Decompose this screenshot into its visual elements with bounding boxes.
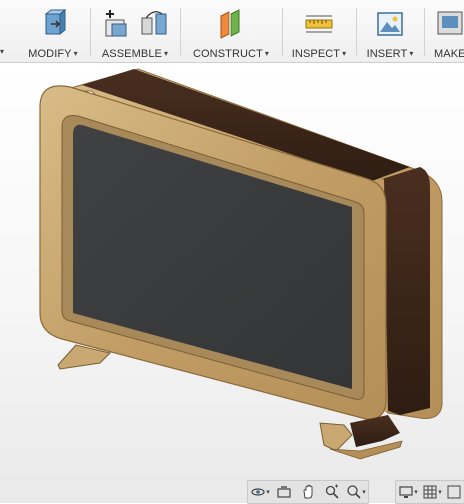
- insert-label[interactable]: INSERT ▾: [361, 48, 419, 60]
- orbit-button[interactable]: ▾: [248, 480, 272, 503]
- assemble-label[interactable]: ASSEMBLE ▾: [95, 48, 175, 60]
- display-settings-button[interactable]: ▾: [396, 481, 420, 504]
- separator: [356, 8, 357, 56]
- display-tools-group: ▾ ▾: [395, 480, 464, 504]
- modify-label[interactable]: MODIFY ▾: [22, 48, 84, 60]
- separator: [90, 8, 91, 56]
- viewports-button[interactable]: [444, 481, 464, 504]
- pan-icon: [303, 484, 313, 498]
- separator: [282, 8, 283, 56]
- insert-image-icon[interactable]: [374, 8, 406, 40]
- toolbar: ▾ MODIFY ▾ ASSEMBLE ▾ CONSTRUCT ▾ INSPEC…: [0, 0, 464, 63]
- measure-icon[interactable]: [303, 8, 335, 40]
- assemble-group[interactable]: ASSEMBLE ▾: [95, 0, 175, 62]
- make-group[interactable]: MAKE: [428, 0, 464, 62]
- model-view: [39, 68, 443, 460]
- fit-button[interactable]: ▾: [344, 480, 368, 503]
- new-component-icon[interactable]: [100, 8, 132, 40]
- canvas-viewport[interactable]: [0, 63, 464, 503]
- look-at-icon: [277, 485, 291, 498]
- navigation-bar: ▾ ▾: [247, 479, 369, 504]
- joint-icon[interactable]: [138, 8, 170, 40]
- offset-plane-icon[interactable]: [215, 8, 247, 40]
- look-at-button[interactable]: [272, 480, 296, 503]
- zoom-icon: [325, 484, 339, 499]
- inspect-group[interactable]: INSPECT ▾: [287, 0, 351, 62]
- viewports-icon: [447, 485, 461, 499]
- orbit-icon: [251, 487, 265, 496]
- insert-group[interactable]: INSERT ▾: [361, 0, 419, 62]
- previous-group-caret[interactable]: ▾: [0, 47, 4, 56]
- grid-icon: [423, 485, 437, 499]
- stand-right: [319, 422, 353, 452]
- inspect-label[interactable]: INSPECT ▾: [287, 48, 351, 60]
- separator: [424, 8, 425, 56]
- construct-group[interactable]: CONSTRUCT ▾: [185, 0, 277, 62]
- nav-tools-group: ▾ ▾: [247, 479, 369, 504]
- pan-button[interactable]: [296, 480, 320, 503]
- make-label[interactable]: MAKE: [428, 48, 464, 60]
- separator: [180, 8, 181, 56]
- fit-icon: [347, 484, 361, 499]
- press-pull-icon[interactable]: [37, 8, 69, 40]
- modify-group[interactable]: MODIFY ▾: [22, 0, 84, 62]
- grid-button[interactable]: ▾: [420, 481, 444, 504]
- display-settings-icon: [399, 486, 413, 498]
- zoom-button[interactable]: [320, 480, 344, 503]
- construct-label[interactable]: CONSTRUCT ▾: [185, 48, 277, 60]
- 3d-print-icon[interactable]: [434, 8, 464, 40]
